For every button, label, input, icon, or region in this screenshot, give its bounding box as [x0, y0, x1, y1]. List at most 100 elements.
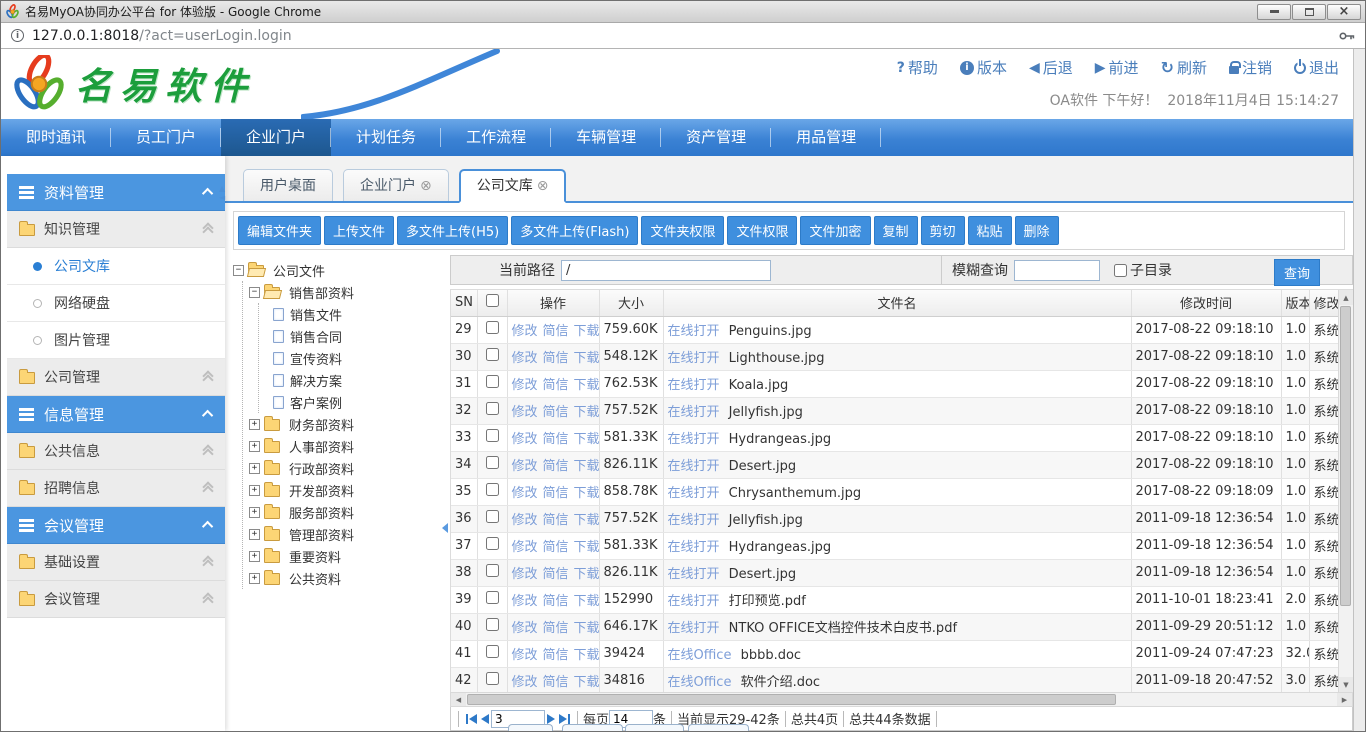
tree-node-行政部资料[interactable]: +行政部资料 [249, 457, 450, 479]
row-op-修改[interactable]: 修改 [512, 621, 538, 636]
row-checkbox[interactable] [486, 429, 499, 442]
row-op-下载[interactable]: 下载 [574, 486, 599, 501]
row-op-简信[interactable]: 简信 [543, 648, 569, 663]
nav-item-即时通讯[interactable]: 即时通讯 [1, 119, 111, 156]
row-op-简信[interactable]: 简信 [543, 567, 569, 582]
row-op-修改[interactable]: 修改 [512, 594, 538, 609]
row-op-修改[interactable]: 修改 [512, 567, 538, 582]
col-sn[interactable]: SN [451, 290, 477, 316]
row-op-修改[interactable]: 修改 [512, 513, 538, 528]
row-op-下载[interactable]: 下载 [574, 405, 599, 420]
tree-node-管理部资料[interactable]: +管理部资料 [249, 523, 450, 545]
row-op-下载[interactable]: 下载 [574, 351, 599, 366]
sidebar-item-知识管理[interactable]: 知识管理 [7, 211, 225, 248]
nav-item-员工门户[interactable]: 员工门户 [111, 119, 221, 156]
nav-item-计划任务[interactable]: 计划任务 [331, 119, 441, 156]
row-op-简信[interactable]: 简信 [543, 621, 569, 636]
tree-node-服务部资料[interactable]: +服务部资料 [249, 501, 450, 523]
sidebar-item-基础设置[interactable]: 基础设置 [7, 544, 225, 581]
toolbar-button-文件权限[interactable]: 文件权限 [727, 216, 797, 245]
toolbar-button-多文件上传(Flash)[interactable]: 多文件上传(Flash) [511, 216, 638, 245]
open-online-link[interactable]: 在线打开 [668, 459, 720, 474]
open-online-link[interactable]: 在线打开 [668, 540, 720, 555]
tree-node-人事部资料[interactable]: +人事部资料 [249, 435, 450, 457]
nav-item-企业门户[interactable]: 企业门户 [221, 119, 331, 156]
row-checkbox[interactable] [486, 618, 499, 631]
vertical-scroll-thumb[interactable] [1340, 306, 1351, 606]
tree-node-销售部资料[interactable]: −销售部资料 [249, 281, 450, 303]
tab-close-icon[interactable]: ⊗ [537, 171, 549, 201]
fuzzy-search-input[interactable] [1014, 260, 1100, 281]
address-bar[interactable]: 127.0.0.1:8018/?act=userLogin.login [1, 23, 1365, 49]
horizontal-scroll-thumb[interactable] [467, 694, 1116, 705]
row-op-修改[interactable]: 修改 [512, 432, 538, 447]
scroll-down-arrow[interactable]: ▼ [1339, 677, 1353, 692]
expand-expander-icon[interactable]: + [249, 485, 260, 496]
tree-node-公共资料[interactable]: +公共资料 [249, 567, 450, 589]
toolbar-button-复制[interactable]: 复制 [874, 216, 918, 245]
col-size[interactable]: 大小 [599, 290, 663, 316]
nav-item-工作流程[interactable]: 工作流程 [441, 119, 551, 156]
open-online-link[interactable]: 在线打开 [668, 432, 720, 447]
maximize-button[interactable] [1292, 4, 1326, 20]
expand-expander-icon[interactable]: + [249, 551, 260, 562]
expand-expander-icon[interactable]: + [249, 573, 260, 584]
next-page-button[interactable] [545, 714, 557, 724]
tree-node-客户案例[interactable]: +客户案例 [265, 391, 450, 413]
sidebar-splitter-handle[interactable]: ▲◄ [219, 184, 225, 202]
scroll-up-arrow[interactable]: ▲ [1339, 290, 1353, 305]
header-link-后退[interactable]: ◀后退 [1029, 57, 1073, 78]
row-op-简信[interactable]: 简信 [543, 432, 569, 447]
nav-item-用品管理[interactable]: 用品管理 [771, 119, 881, 156]
row-op-简信[interactable]: 简信 [543, 405, 569, 420]
toolbar-button-文件夹权限[interactable]: 文件夹权限 [641, 216, 724, 245]
header-link-退出[interactable]: 退出 [1294, 57, 1339, 78]
sidebar-group-信息管理[interactable]: 信息管理 [7, 396, 225, 433]
open-online-link[interactable]: 在线打开 [668, 621, 720, 636]
open-online-link[interactable]: 在线打开 [668, 378, 720, 393]
row-checkbox[interactable] [486, 402, 499, 415]
row-op-修改[interactable]: 修改 [512, 648, 538, 663]
row-op-修改[interactable]: 修改 [512, 351, 538, 366]
col-mtime[interactable]: 修改时间 [1131, 290, 1281, 316]
row-op-下载[interactable]: 下载 [574, 432, 599, 447]
row-checkbox[interactable] [486, 348, 499, 361]
open-online-link[interactable]: 在线打开 [668, 486, 720, 501]
row-op-修改[interactable]: 修改 [512, 459, 538, 474]
sidebar-item-会议管理[interactable]: 会议管理 [7, 581, 225, 618]
sidebar-group-资料管理[interactable]: 资料管理 [7, 174, 225, 211]
header-link-版本[interactable]: 版本 [960, 57, 1007, 78]
row-checkbox[interactable] [486, 645, 499, 658]
row-op-下载[interactable]: 下载 [574, 621, 599, 636]
row-op-下载[interactable]: 下载 [574, 567, 599, 582]
page-info-icon[interactable] [11, 29, 24, 42]
row-op-简信[interactable]: 简信 [543, 513, 569, 528]
open-online-link[interactable]: 在线打开 [668, 351, 720, 366]
scroll-right-arrow[interactable]: ▶ [1337, 693, 1352, 706]
row-op-下载[interactable]: 下载 [574, 648, 599, 663]
collapse-expander-icon[interactable]: − [233, 265, 244, 276]
sidebar-item-网络硬盘[interactable]: 网络硬盘 [7, 285, 225, 322]
tab-用户桌面[interactable]: 用户桌面 [243, 169, 333, 201]
toolbar-button-编辑文件夹[interactable]: 编辑文件夹 [238, 216, 321, 245]
row-op-下载[interactable]: 下载 [574, 675, 599, 690]
sidebar-group-会议管理[interactable]: 会议管理 [7, 507, 225, 544]
col-version[interactable]: 版本 [1281, 290, 1309, 316]
row-op-简信[interactable]: 简信 [543, 324, 569, 339]
tab-公司文库[interactable]: 公司文库⊗ [459, 169, 567, 203]
tree-node-公司文件[interactable]: −公司文件 [233, 259, 450, 281]
url-text[interactable]: 127.0.0.1:8018/?act=userLogin.login [32, 28, 292, 44]
row-op-下载[interactable]: 下载 [574, 324, 599, 339]
row-op-简信[interactable]: 简信 [543, 378, 569, 393]
toolbar-button-多文件上传(H5)[interactable]: 多文件上传(H5) [397, 216, 508, 245]
tree-node-重要资料[interactable]: +重要资料 [249, 545, 450, 567]
tab-close-icon[interactable]: ⊗ [420, 171, 432, 201]
sidebar-item-公司管理[interactable]: 公司管理 [7, 359, 225, 396]
row-checkbox[interactable] [486, 375, 499, 388]
row-checkbox[interactable] [486, 456, 499, 469]
header-link-注销[interactable]: 注销 [1229, 57, 1272, 78]
open-online-link[interactable]: 在线打开 [668, 594, 720, 609]
nav-item-资产管理[interactable]: 资产管理 [661, 119, 771, 156]
last-page-button[interactable] [557, 714, 572, 724]
tree-node-销售合同[interactable]: +销售合同 [265, 325, 450, 347]
